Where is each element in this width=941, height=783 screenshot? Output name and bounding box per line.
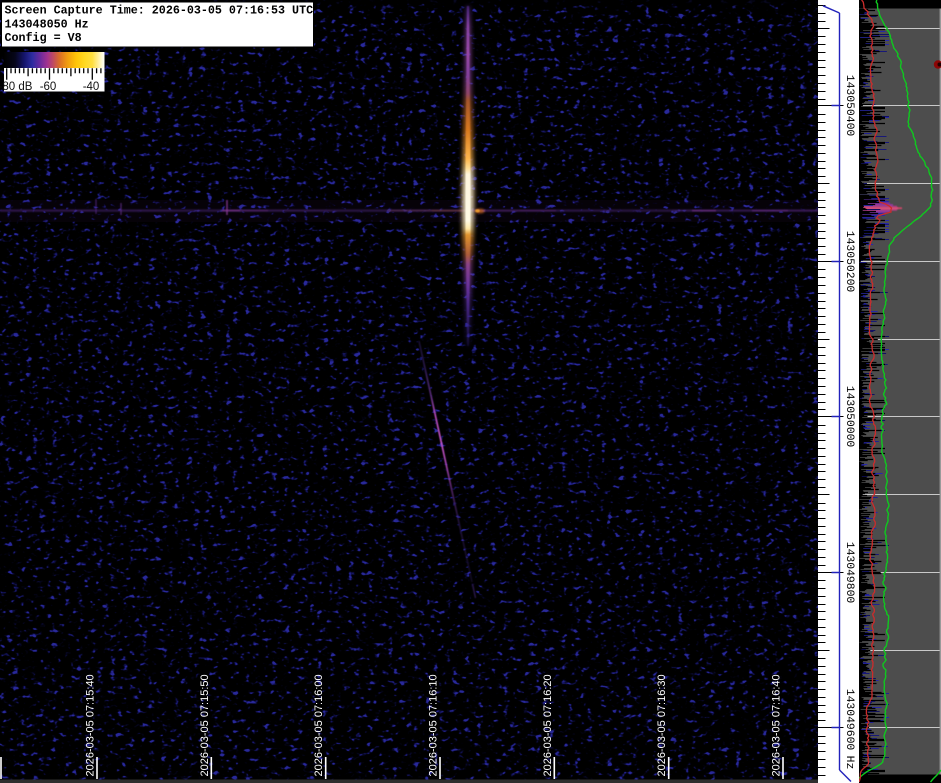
svg-text:143050000: 143050000 (843, 386, 855, 448)
svg-text:143049600: 143049600 (843, 689, 855, 751)
svg-text:2026-03-05 07:16:00: 2026-03-05 07:16:00 (313, 674, 325, 776)
svg-text:2026-03-05 07:16:20: 2026-03-05 07:16:20 (542, 674, 554, 776)
svg-text:Hz: Hz (843, 756, 855, 770)
svg-text:-80 dB: -80 dB (0, 81, 33, 93)
svg-text:-40: -40 (83, 81, 100, 93)
svg-text:2026-03-05 07:16:10: 2026-03-05 07:16:10 (428, 674, 440, 776)
svg-text:2026-03-05 07:16:30: 2026-03-05 07:16:30 (656, 674, 668, 776)
svg-text:2026-03-05 07:16:40: 2026-03-05 07:16:40 (771, 674, 783, 776)
svg-text:143050200: 143050200 (843, 231, 855, 293)
svg-text:2026-03-05 07:15:50: 2026-03-05 07:15:50 (199, 674, 211, 776)
svg-text:2026-03-05 07:15:40: 2026-03-05 07:15:40 (85, 674, 97, 776)
svg-text:Screen Capture Time: 2026-03-0: Screen Capture Time: 2026-03-05 07:16:53… (5, 4, 314, 18)
svg-text:143050400: 143050400 (843, 75, 855, 137)
svg-text:143049800: 143049800 (843, 542, 855, 604)
svg-text:143048050 Hz: 143048050 Hz (5, 18, 89, 32)
svg-text:Config = V8: Config = V8 (5, 31, 82, 45)
svg-text:-60: -60 (40, 81, 57, 93)
